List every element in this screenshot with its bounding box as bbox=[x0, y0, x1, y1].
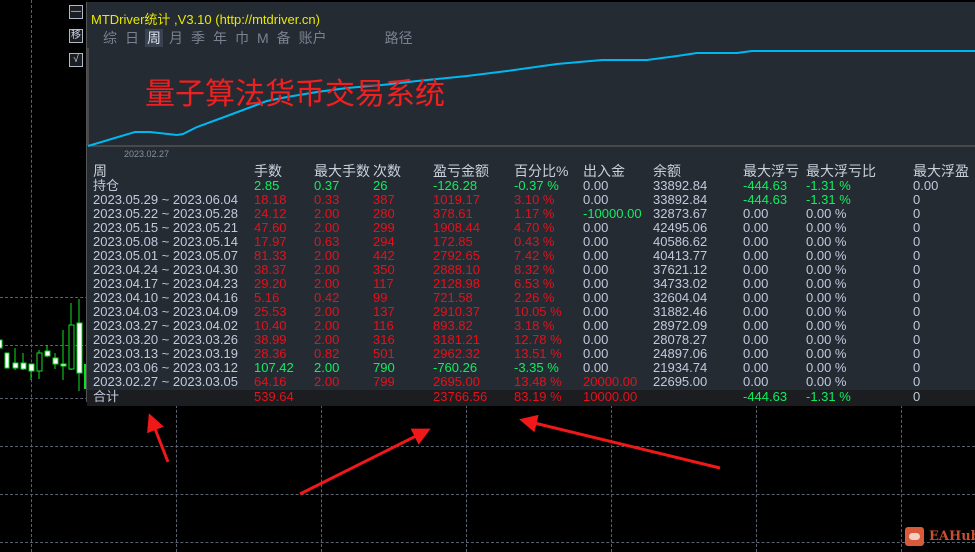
annotation-arrows bbox=[147, 413, 721, 496]
eahub-watermark: EAHub bbox=[905, 527, 975, 546]
arrow-to-profit bbox=[299, 428, 431, 496]
arrow-to-total bbox=[147, 413, 170, 463]
eahub-label: EAHub bbox=[929, 529, 975, 544]
arrow-to-percent bbox=[519, 414, 721, 470]
eahub-logo-icon bbox=[905, 527, 924, 546]
